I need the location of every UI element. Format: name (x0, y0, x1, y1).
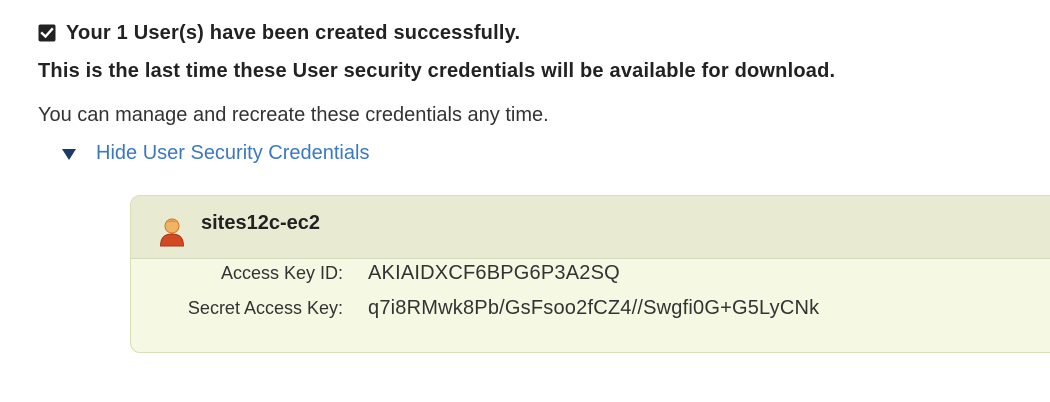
checkbox-checked-icon (38, 24, 56, 42)
user-name: sites12c-ec2 (201, 212, 320, 234)
access-key-row: Access Key ID: AKIAIDXCF6BPG6P3A2SQ (131, 262, 620, 285)
success-message: Your 1 User(s) have been created success… (38, 20, 520, 46)
hide-credentials-link[interactable]: Hide User Security Credentials (96, 142, 369, 165)
triangle-down-icon (62, 149, 76, 160)
access-key-value: AKIAIDXCF6BPG6P3A2SQ (368, 262, 620, 284)
user-icon (159, 218, 185, 247)
access-key-label: Access Key ID: (220, 263, 343, 283)
secret-key-value: q7i8RMwk8Pb/GsFsoo2fCZ4//Swgfi0G+G5LyCNk (368, 297, 820, 319)
credentials-panel: sites12c-ec2 Access Key ID: AKIAIDXCF6BP… (130, 195, 1050, 353)
secret-key-row: Secret Access Key: q7i8RMwk8Pb/GsFsoo2fC… (131, 297, 819, 320)
user-created-page: Your 1 User(s) have been created success… (0, 0, 1050, 402)
hide-credentials-toggle[interactable]: Hide User Security Credentials (62, 142, 369, 165)
info-message: You can manage and recreate these creden… (38, 104, 549, 126)
success-message-text: Your 1 User(s) have been created success… (66, 21, 521, 44)
secret-key-label: Secret Access Key: (187, 298, 343, 318)
credentials-panel-header: sites12c-ec2 (131, 196, 1050, 259)
download-warning: This is the last time these User securit… (38, 60, 836, 82)
